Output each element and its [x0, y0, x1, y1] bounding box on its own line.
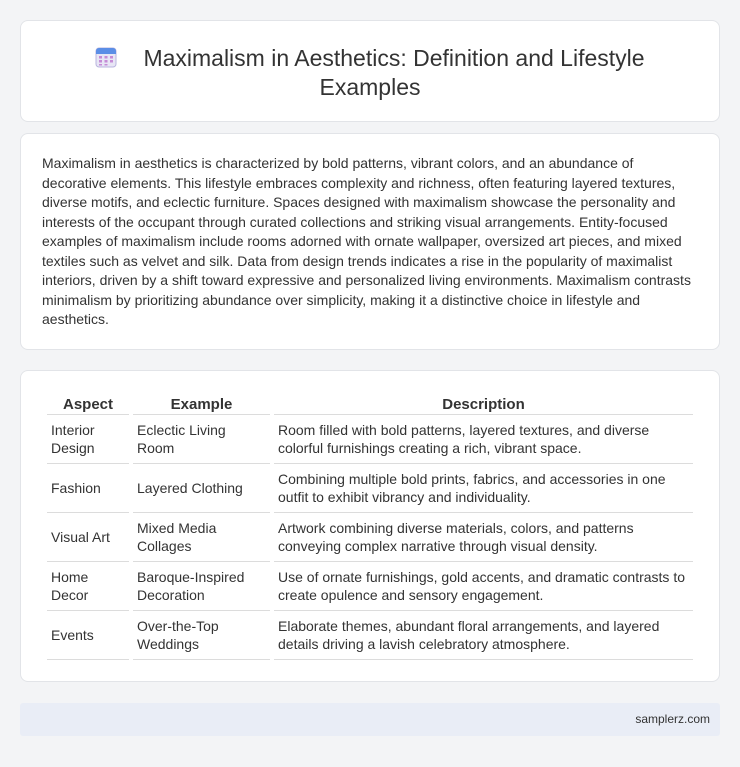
cell-description: Combining multiple bold prints, fabrics,… [274, 464, 693, 513]
table-card: Aspect Example Description Interior Desi… [20, 370, 720, 682]
cell-aspect: Visual Art [47, 513, 129, 562]
header-aspect: Aspect [47, 393, 129, 415]
table-header-row: Aspect Example Description [47, 393, 693, 415]
cell-description: Elaborate themes, abundant floral arrang… [274, 611, 693, 660]
cell-example: Over-the-Top Weddings [133, 611, 270, 660]
cell-description: Artwork combining diverse materials, col… [274, 513, 693, 562]
title-card: Maximalism in Aesthetics: Definition and… [20, 20, 720, 122]
table-row: Fashion Layered Clothing Combining multi… [47, 464, 693, 513]
footer-site-link[interactable]: samplerz.com [635, 712, 710, 726]
calendar-icon [95, 46, 117, 68]
header-example: Example [133, 393, 270, 415]
intro-card: Maximalism in aesthetics is characterize… [20, 133, 720, 350]
header-description: Description [274, 393, 693, 415]
page-title: Maximalism in Aesthetics: Definition and… [21, 44, 719, 102]
title-line-2: Examples [319, 74, 421, 100]
cell-aspect: Home Decor [47, 562, 129, 611]
examples-table: Aspect Example Description Interior Desi… [43, 393, 697, 660]
cell-example: Baroque-Inspired Decoration [133, 562, 270, 611]
table-row: Visual Art Mixed Media Collages Artwork … [47, 513, 693, 562]
cell-aspect: Interior Design [47, 415, 129, 464]
cell-description: Room filled with bold patterns, layered … [274, 415, 693, 464]
cell-example: Mixed Media Collages [133, 513, 270, 562]
cell-aspect: Fashion [47, 464, 129, 513]
title-line-1: Maximalism in Aesthetics: Definition and… [143, 45, 645, 71]
table-row: Interior Design Eclectic Living Room Roo… [47, 415, 693, 464]
table-row: Events Over-the-Top Weddings Elaborate t… [47, 611, 693, 660]
cell-description: Use of ornate furnishings, gold accents,… [274, 562, 693, 611]
table-row: Home Decor Baroque-Inspired Decoration U… [47, 562, 693, 611]
cell-example: Eclectic Living Room [133, 415, 270, 464]
cell-aspect: Events [47, 611, 129, 660]
footer: samplerz.com [20, 703, 720, 736]
cell-example: Layered Clothing [133, 464, 270, 513]
intro-paragraph: Maximalism in aesthetics is characterize… [42, 155, 691, 327]
